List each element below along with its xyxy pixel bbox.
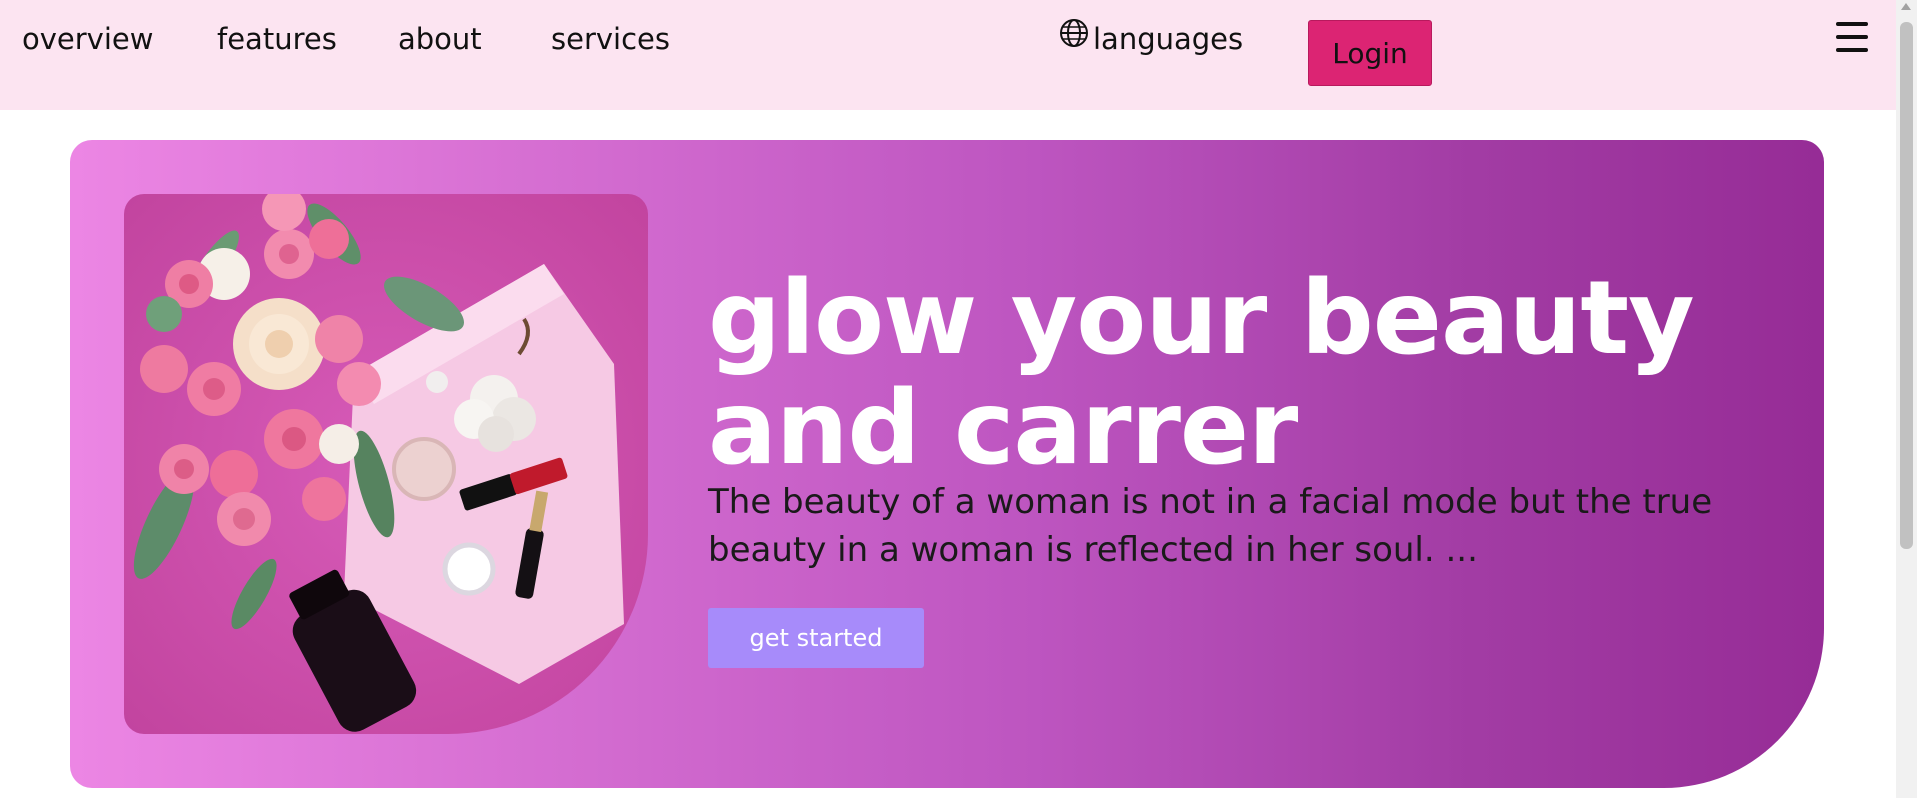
globe-icon bbox=[1060, 19, 1088, 47]
hero-title: glow your beauty and carrer bbox=[708, 264, 1708, 484]
nav-link-overview[interactable]: overview bbox=[22, 22, 153, 56]
nav-link-features[interactable]: features bbox=[217, 22, 337, 56]
get-started-button[interactable]: get started bbox=[708, 608, 924, 668]
languages-label: languages bbox=[1093, 22, 1244, 56]
menu-icon[interactable] bbox=[1836, 22, 1868, 52]
scrollbar-thumb[interactable] bbox=[1900, 22, 1913, 549]
hero-banner: glow your beauty and carrer The beauty o… bbox=[70, 140, 1824, 788]
login-button[interactable]: Login bbox=[1308, 20, 1432, 86]
hero-title-line2: and carrer bbox=[708, 369, 1298, 488]
hero-description: The beauty of a woman is not in a facial… bbox=[708, 482, 1713, 570]
hero-title-line1: glow your beauty bbox=[708, 259, 1695, 378]
languages-selector[interactable]: languages bbox=[1059, 18, 1243, 56]
top-navbar: overview features about services languag… bbox=[0, 0, 1896, 110]
vertical-scrollbar[interactable] bbox=[1896, 0, 1917, 798]
nav-link-about[interactable]: about bbox=[398, 22, 482, 56]
cosmetics-flowers-image bbox=[124, 194, 648, 734]
nav-link-services[interactable]: services bbox=[551, 22, 670, 56]
scroll-up-arrow-icon[interactable] bbox=[1901, 3, 1911, 10]
